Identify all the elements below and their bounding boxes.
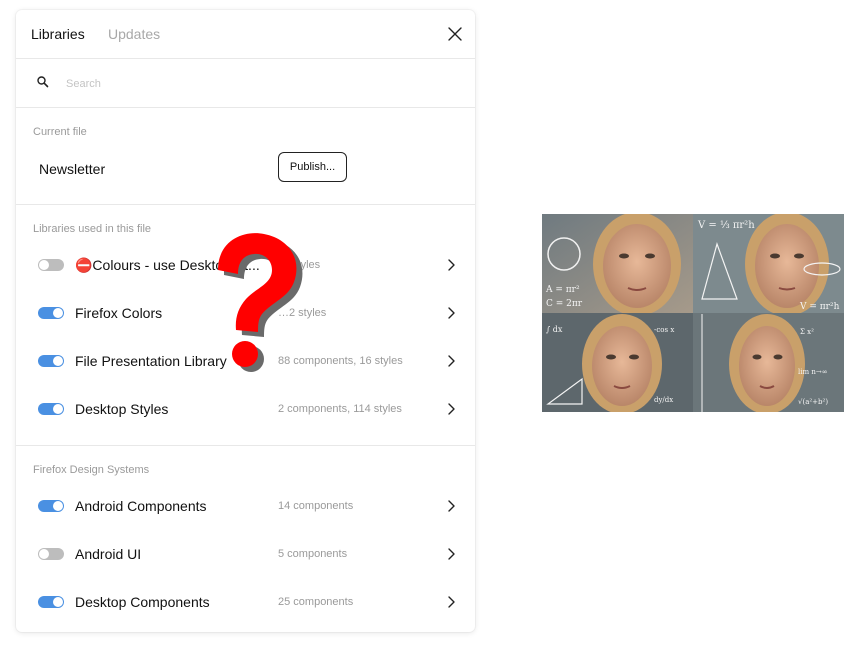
- close-icon: [448, 27, 462, 41]
- divider: [16, 204, 475, 205]
- library-toggle[interactable]: [38, 596, 64, 608]
- library-meta: 14 components: [278, 500, 354, 512]
- chevron-right-icon[interactable]: [445, 547, 457, 561]
- library-toggle[interactable]: [38, 355, 64, 367]
- library-name: Android Components: [75, 498, 207, 514]
- toggle-knob: [53, 308, 63, 318]
- toggle-knob: [53, 597, 63, 607]
- svg-text:lim n→∞: lim n→∞: [798, 368, 828, 376]
- tab-libraries[interactable]: Libraries: [31, 26, 85, 42]
- library-name: Desktop Components: [75, 594, 210, 610]
- library-name: File Presentation Library: [75, 353, 227, 369]
- chevron-right-icon[interactable]: [445, 499, 457, 513]
- design-systems-label: Firefox Design Systems: [33, 464, 150, 476]
- library-meta: … styles: [278, 259, 321, 271]
- svg-text:√(a²+b²): √(a²+b²): [798, 398, 828, 406]
- library-row-desktop-components[interactable]: Desktop Components 25 components: [16, 582, 475, 622]
- chevron-right-icon[interactable]: [445, 258, 457, 272]
- library-row-firefox-colors[interactable]: Firefox Colors …2 styles: [16, 293, 475, 333]
- svg-text:Σ x²: Σ x²: [800, 328, 814, 336]
- library-row-colours[interactable]: ⛔Colours - use Desktop St... … styles: [16, 245, 475, 285]
- panel-tabs: Libraries Updates: [16, 10, 475, 59]
- svg-text:A = πr²: A = πr²: [545, 285, 580, 295]
- library-meta: …2 styles: [278, 307, 327, 319]
- svg-text:V = ⅓ πr²h: V = ⅓ πr²h: [697, 220, 755, 231]
- svg-text:C = 2πr: C = 2πr: [546, 299, 583, 309]
- library-meta: 5 components: [278, 548, 348, 560]
- confused-math-lady-icon: A = πr² C = 2πr V = ⅓ πr²h V = πr²h ∫ dx…: [542, 214, 844, 412]
- library-toggle[interactable]: [38, 500, 64, 512]
- library-meta: 25 components: [278, 596, 354, 608]
- divider: [16, 445, 475, 446]
- library-row-android-components[interactable]: Android Components 14 components: [16, 486, 475, 526]
- library-row-file-presentation[interactable]: File Presentation Library 88 components,…: [16, 341, 475, 381]
- svg-text:dy/dx: dy/dx: [654, 396, 673, 404]
- library-name: Desktop Styles: [75, 401, 169, 417]
- library-name: ⛔Colours - use Desktop St...: [75, 257, 260, 273]
- libraries-used-label: Libraries used in this file: [33, 223, 152, 235]
- library-row-android-ui[interactable]: Android UI 5 components: [16, 534, 475, 574]
- current-file-label: Current file: [33, 126, 87, 138]
- library-toggle[interactable]: [38, 548, 64, 560]
- library-toggle[interactable]: [38, 307, 64, 319]
- libraries-panel: Libraries Updates Current file Newslette…: [16, 10, 475, 632]
- svg-text:V = πr²h: V = πr²h: [799, 302, 840, 312]
- toggle-knob: [53, 404, 63, 414]
- library-toggle[interactable]: [38, 403, 64, 415]
- publish-button[interactable]: Publish...: [278, 152, 347, 182]
- chevron-right-icon[interactable]: [445, 595, 457, 609]
- search-input[interactable]: [64, 72, 448, 96]
- current-file-name: Newsletter: [39, 161, 106, 177]
- library-toggle[interactable]: [38, 259, 64, 271]
- toggle-knob: [39, 260, 49, 270]
- chevron-right-icon[interactable]: [445, 354, 457, 368]
- meme-image: A = πr² C = 2πr V = ⅓ πr²h V = πr²h ∫ dx…: [542, 214, 844, 412]
- chevron-right-icon[interactable]: [445, 306, 457, 320]
- search-bar: [16, 59, 475, 108]
- search-icon: [37, 76, 49, 88]
- svg-text:-cos x: -cos x: [654, 326, 674, 334]
- library-row-desktop-styles[interactable]: Desktop Styles 2 components, 114 styles: [16, 389, 475, 429]
- library-name: Firefox Colors: [75, 305, 163, 321]
- svg-text:∫ dx: ∫ dx: [546, 325, 563, 334]
- library-meta: 2 components, 114 styles: [278, 403, 402, 415]
- library-name: Android UI: [75, 546, 142, 562]
- tab-updates[interactable]: Updates: [108, 26, 160, 42]
- library-meta: 88 components, 16 styles: [278, 355, 403, 367]
- close-button[interactable]: [444, 23, 466, 45]
- chevron-right-icon[interactable]: [445, 402, 457, 416]
- toggle-knob: [53, 501, 63, 511]
- toggle-knob: [53, 356, 63, 366]
- toggle-knob: [39, 549, 49, 559]
